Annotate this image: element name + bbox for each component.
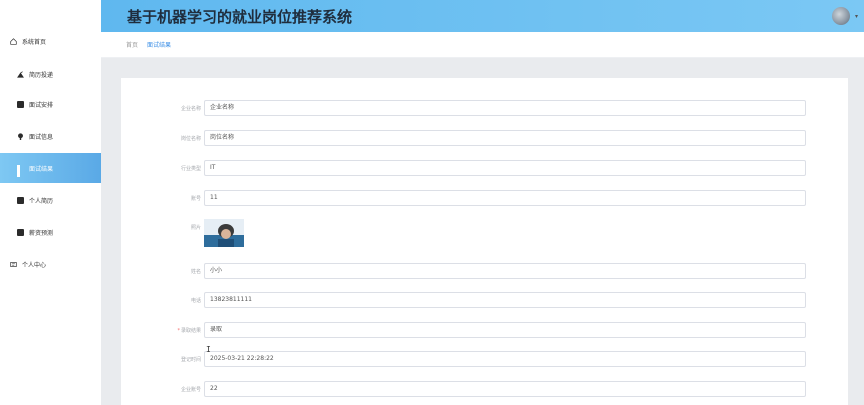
form-row-industry: 行业类型 IT: [121, 160, 848, 176]
sidebar-item-personal-center[interactable]: 个人中心: [0, 249, 101, 279]
form-row-position-name: 岗位名称 岗位名称: [121, 130, 848, 146]
calendar-icon: [17, 100, 24, 108]
company-name-field[interactable]: 企业名称: [204, 100, 806, 116]
field-label: 岗位名称: [180, 136, 201, 142]
name-field[interactable]: 小小: [204, 263, 806, 279]
user-avatar-icon[interactable]: [832, 7, 850, 25]
text-cursor-icon: I: [206, 345, 211, 354]
document-icon: [17, 196, 24, 204]
person-card-icon: [10, 261, 17, 267]
chevron-down-icon[interactable]: ▾: [855, 13, 858, 20]
form-row-company-name: 企业名称 企业名称: [121, 100, 848, 116]
form-row-photo: 照片: [121, 219, 848, 249]
send-icon: [17, 70, 24, 78]
form-row-account: 账号 11: [121, 190, 848, 206]
admission-result-field[interactable]: 录取: [204, 322, 806, 338]
home-icon: [10, 37, 17, 45]
form-row-register-time: 登记时间 2025-03-21 22:28:22: [121, 351, 848, 367]
register-time-field[interactable]: 2025-03-21 22:28:22: [204, 351, 806, 367]
form-row-phone: 电话 13823811111: [121, 292, 848, 308]
field-label: *录取结果: [177, 328, 201, 334]
sidebar-item-home[interactable]: 系统首页: [0, 26, 101, 56]
detail-form: 企业名称 企业名称 岗位名称 岗位名称 行业类型 IT 账号 11 照片 姓名 …: [121, 78, 848, 405]
field-label: 照片: [190, 225, 201, 231]
sidebar-item-resume-submit[interactable]: 简历投递: [0, 59, 101, 89]
form-row-company-account: 企业账号 22: [121, 381, 848, 397]
form-row-name: 姓名 小小: [121, 263, 848, 279]
sidebar-item-label: 个人中心: [22, 261, 47, 269]
breadcrumb-current: 面试结果: [147, 42, 172, 49]
sidebar-item-label: 面试结果: [29, 165, 54, 173]
info-icon: [18, 132, 23, 140]
sidebar-item-label: 个人简历: [29, 197, 54, 205]
sidebar-item-label: 系统首页: [22, 38, 47, 46]
sidebar-item-salary-predict[interactable]: 薪资预测: [0, 217, 101, 247]
position-name-field[interactable]: 岗位名称: [204, 130, 806, 146]
chart-icon: [17, 228, 24, 236]
field-label: 姓名: [190, 269, 201, 275]
account-field[interactable]: 11: [204, 190, 806, 206]
field-label: 账号: [190, 196, 201, 202]
sidebar-item-label: 薪资预测: [29, 229, 54, 237]
field-label: 行业类型: [180, 166, 201, 172]
app-title: 基于机器学习的就业岗位推荐系统: [127, 8, 353, 26]
sidebar-item-interview-info[interactable]: 面试信息: [0, 121, 101, 151]
phone-field[interactable]: 13823811111: [204, 292, 806, 308]
profile-photo[interactable]: [204, 219, 244, 247]
main-content: 企业名称 企业名称 岗位名称 岗位名称 行业类型 IT 账号 11 照片 姓名 …: [101, 58, 864, 405]
top-header: 基于机器学习的就业岗位推荐系统 ▾: [101, 0, 864, 32]
sidebar: 系统首页 简历投递 面试安排 面试信息 面试结果 个人简历 薪资预测 个人中心: [0, 0, 101, 405]
field-label: 企业账号: [180, 387, 201, 393]
breadcrumb: 首页 面试结果: [101, 32, 864, 58]
breadcrumb-home[interactable]: 首页: [126, 40, 138, 49]
industry-field[interactable]: IT: [204, 160, 806, 176]
required-asterisk: *: [177, 328, 180, 334]
sidebar-item-label: 面试信息: [29, 133, 54, 141]
field-label: 登记时间: [180, 357, 201, 363]
sidebar-item-interview-schedule[interactable]: 面试安排: [0, 89, 101, 119]
grid-icon: [17, 164, 24, 177]
field-label: 电话: [190, 298, 201, 304]
form-row-admission-result: *录取结果 录取: [121, 322, 848, 338]
field-label: 企业名称: [180, 106, 201, 112]
sidebar-item-label: 简历投递: [29, 71, 54, 79]
sidebar-item-interview-result[interactable]: 面试结果: [0, 153, 101, 183]
sidebar-item-label: 面试安排: [29, 101, 54, 109]
company-account-field[interactable]: 22: [204, 381, 806, 397]
app-root: 系统首页 简历投递 面试安排 面试信息 面试结果 个人简历 薪资预测 个人中心: [0, 0, 864, 405]
sidebar-item-personal-resume[interactable]: 个人简历: [0, 185, 101, 215]
